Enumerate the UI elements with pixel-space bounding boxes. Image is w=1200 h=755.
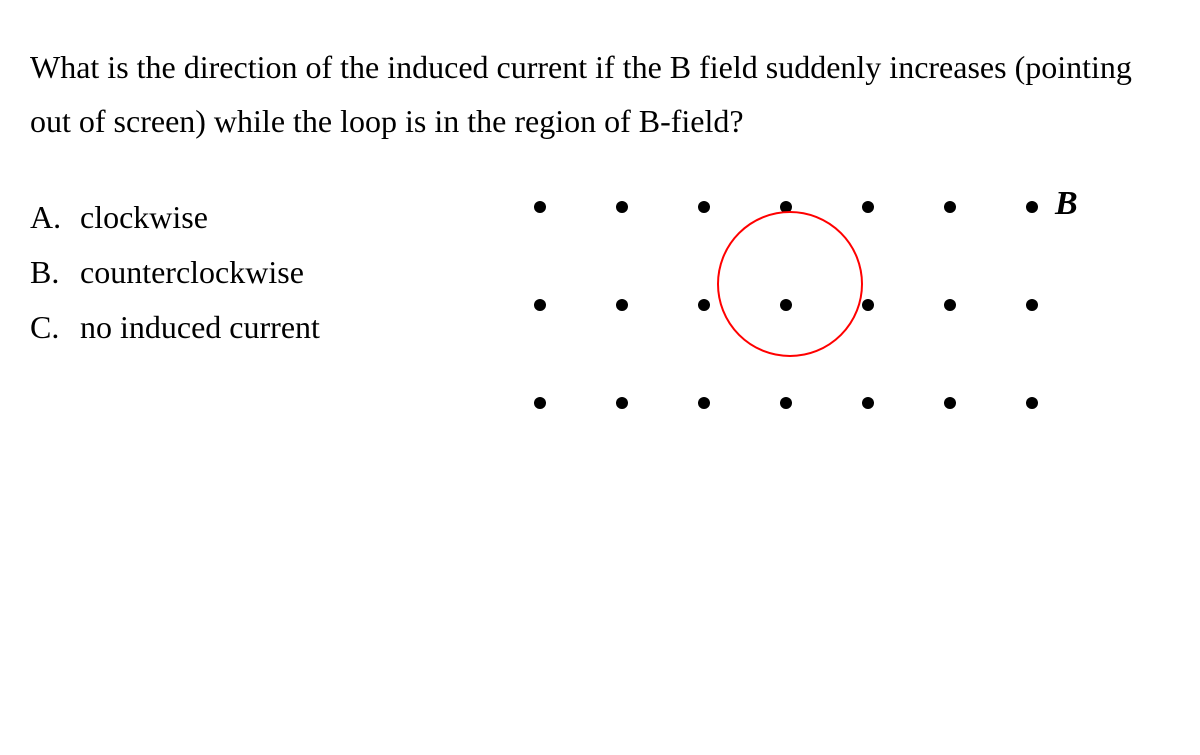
field-dot-icon [944, 397, 956, 409]
question-text: What is the direction of the induced cur… [30, 40, 1170, 149]
field-dot-icon [944, 299, 956, 311]
field-dot-icon [698, 299, 710, 311]
field-dot-icon [1026, 397, 1038, 409]
field-dot-icon [862, 397, 874, 409]
options-list: A. clockwise B. counterclockwise C. no i… [30, 189, 500, 364]
field-diagram: B [500, 189, 1120, 469]
field-label: B [1055, 185, 1078, 223]
field-dot-icon [534, 397, 546, 409]
field-dot-icon [862, 299, 874, 311]
field-dot-icon [1026, 299, 1038, 311]
option-text: no induced current [80, 309, 320, 346]
field-dot-icon [534, 201, 546, 213]
content-row: A. clockwise B. counterclockwise C. no i… [30, 189, 1170, 469]
option-letter: A. [30, 199, 80, 236]
field-dot-icon [944, 201, 956, 213]
option-text: counterclockwise [80, 254, 304, 291]
field-dot-icon [616, 299, 628, 311]
loop-circle-icon [718, 212, 862, 356]
field-dot-icon [1026, 201, 1038, 213]
option-letter: B. [30, 254, 80, 291]
option-letter: C. [30, 309, 80, 346]
diagram-svg [500, 189, 1120, 469]
field-dot-icon [698, 201, 710, 213]
option-b: B. counterclockwise [30, 254, 500, 291]
field-dot-icon [616, 201, 628, 213]
field-dot-icon [534, 299, 546, 311]
option-c: C. no induced current [30, 309, 500, 346]
field-dot-icon [780, 397, 792, 409]
field-dot-icon [862, 201, 874, 213]
field-dot-icon [616, 397, 628, 409]
field-dot-icon [780, 299, 792, 311]
option-text: clockwise [80, 199, 208, 236]
field-dot-icon [698, 397, 710, 409]
option-a: A. clockwise [30, 199, 500, 236]
